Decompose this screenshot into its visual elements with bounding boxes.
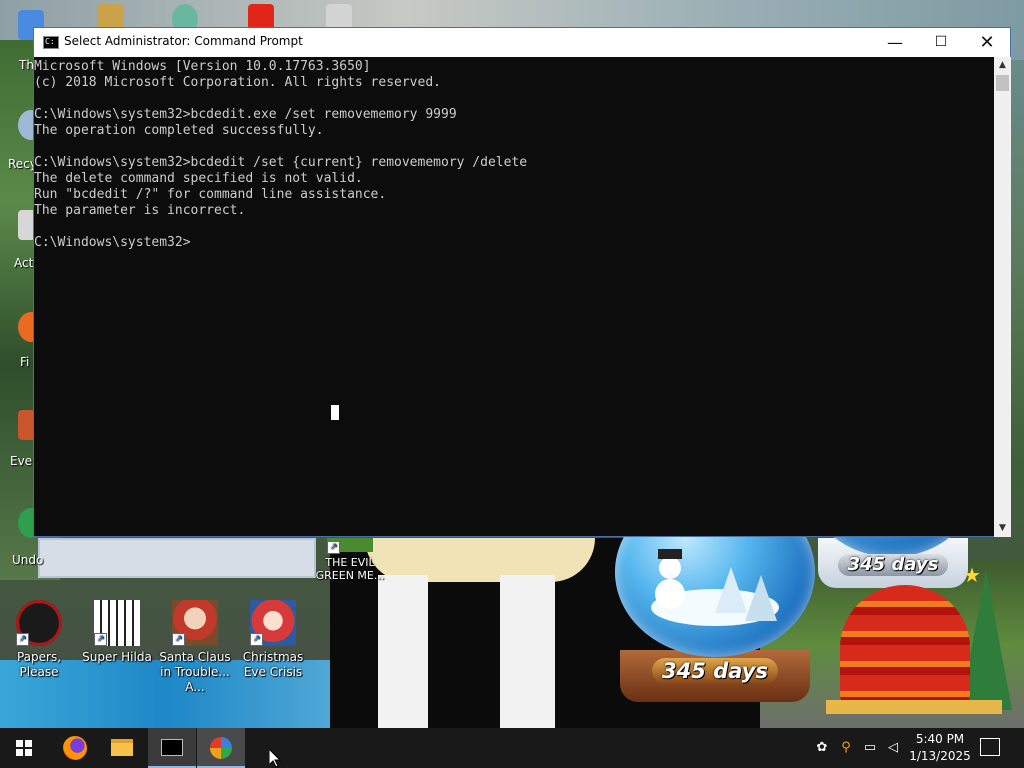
network-icon[interactable]: ▭ — [862, 739, 878, 757]
edge-label-act: Act — [14, 256, 34, 270]
desktop-icon-label: Christmas Eve Crisis — [242, 650, 304, 679]
maximize-button[interactable]: ☐ — [918, 28, 964, 57]
clock-date: 1/13/2025 — [909, 749, 971, 763]
taskbar-firefox[interactable] — [50, 728, 98, 768]
text-cursor — [331, 405, 339, 420]
folder-icon — [111, 739, 133, 756]
wallpaper-leg-right — [500, 575, 555, 730]
background-window-fragment — [38, 538, 316, 578]
desktop-icon-label: Santa Claus in Trouble... A... — [159, 650, 231, 694]
christmas-eve-icon: ↗ — [250, 600, 296, 646]
coil-widget-base — [826, 700, 1002, 714]
scroll-up-arrow-icon[interactable]: ▲ — [994, 57, 1011, 74]
vertical-scrollbar[interactable]: ▲ ▼ — [994, 57, 1011, 537]
shortcut-arrow-icon: ↗ — [327, 541, 340, 554]
evil-green-icon: ↗ — [327, 538, 373, 554]
tray-search-icon[interactable]: ⚲ — [838, 739, 854, 757]
shortcut-arrow-icon: ↗ — [94, 633, 107, 646]
snowman-head — [659, 557, 681, 579]
close-button[interactable]: ✕ — [964, 28, 1010, 57]
start-button[interactable] — [0, 728, 48, 768]
windows-logo-icon — [16, 740, 32, 756]
tray-app-icon[interactable]: ✿ — [814, 739, 830, 757]
countdown-label-bottom: 345 days — [652, 658, 778, 684]
shortcut-arrow-icon: ↗ — [250, 633, 263, 646]
desktop-icon-evil-green[interactable]: ↗ THE EVIL GREEN ME... — [310, 538, 390, 582]
star-icon: ★ — [963, 563, 981, 587]
snowman-icon — [655, 579, 685, 609]
window-titlebar[interactable]: C: Select Administrator: Command Prompt … — [34, 28, 1010, 57]
countdown-label-top: 345 days — [838, 554, 948, 576]
super-hilda-icon: ↗ — [94, 600, 140, 646]
christmas-coil-widget[interactable] — [840, 585, 970, 710]
desktop-icon-label: Papers, Please — [16, 650, 62, 679]
taskbar-clock[interactable]: 5:40 PM 1/13/2025 — [905, 731, 975, 765]
desktop-icon-christmas-eve-crisis[interactable]: ↗ Christmas Eve Crisis — [234, 600, 312, 680]
shortcut-arrow-icon: ↗ — [172, 633, 185, 646]
santa-trouble-icon: ↗ — [172, 600, 218, 646]
hat-icon — [658, 549, 682, 559]
edge-label-fi: Fi — [20, 355, 30, 369]
taskbar: ✿ ⚲ ▭ ◁ 5:40 PM 1/13/2025 — [0, 728, 1024, 768]
window-title: Select Administrator: Command Prompt — [64, 34, 303, 48]
firefox-icon — [63, 736, 87, 760]
clock-time: 5:40 PM — [915, 732, 965, 746]
cmd-app-icon[interactable]: C: — [43, 36, 59, 49]
edge-label-th: Th — [19, 58, 34, 72]
console-area[interactable]: Microsoft Windows [Version 10.0.17763.36… — [34, 57, 993, 537]
edge-label-undo: Undo — [12, 553, 44, 567]
command-prompt-window[interactable]: C: Select Administrator: Command Prompt … — [33, 27, 1011, 537]
volume-muted-icon[interactable]: ◁ — [885, 739, 901, 757]
taskbar-app[interactable] — [197, 728, 245, 768]
desktop-icon-santa-claus[interactable]: ↗ Santa Claus in Trouble... A... — [156, 600, 234, 695]
minimize-button[interactable]: — — [872, 28, 918, 57]
scroll-down-arrow-icon[interactable]: ▼ — [994, 520, 1011, 537]
desktop-icon-super-hilda[interactable]: ↗ Super Hilda — [78, 600, 156, 665]
taskbar-command-prompt[interactable] — [148, 728, 196, 768]
shortcut-arrow-icon: ↗ — [16, 633, 29, 646]
wallpaper-leg-left — [378, 575, 428, 730]
notifications-icon[interactable] — [980, 738, 1000, 756]
tree-icon — [715, 567, 747, 613]
tree-icon — [745, 575, 777, 621]
scroll-thumb[interactable] — [996, 75, 1009, 91]
cmd-icon — [161, 739, 183, 756]
mouse-cursor-icon — [269, 749, 281, 768]
desktop-icon-papers-please[interactable]: ↗ Papers, Please — [0, 600, 78, 680]
desktop-icon-label: THE EVIL GREEN ME... — [315, 556, 385, 582]
console-output[interactable]: Microsoft Windows [Version 10.0.17763.36… — [34, 57, 993, 251]
app-icon — [210, 737, 232, 759]
taskbar-file-explorer[interactable] — [98, 728, 146, 768]
papers-please-icon: ↗ — [16, 600, 62, 646]
desktop-icon-label: Super Hilda — [82, 650, 152, 664]
